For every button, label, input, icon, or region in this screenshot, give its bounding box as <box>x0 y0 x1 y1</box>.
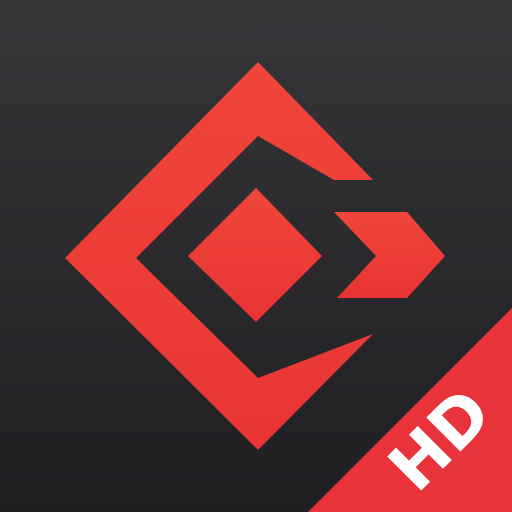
app-icon[interactable]: HD <box>0 0 512 512</box>
app-icon-artwork: HD <box>0 0 512 512</box>
